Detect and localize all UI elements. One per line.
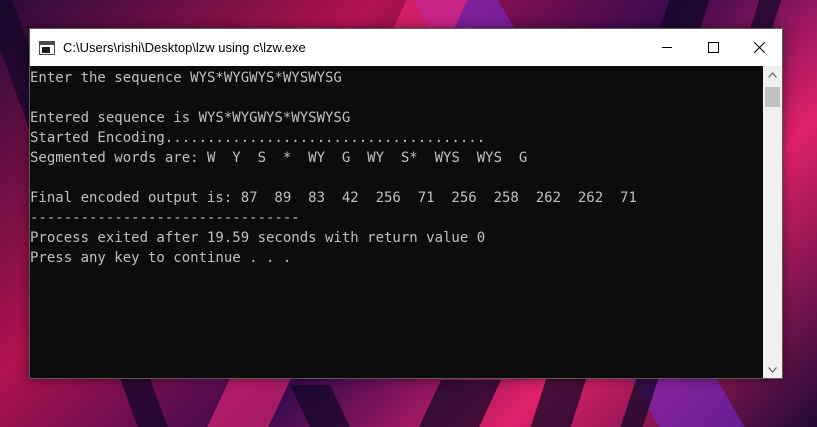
scroll-down-button[interactable] <box>763 361 782 378</box>
console-window[interactable]: C:\Users\rishi\Desktop\lzw using c\lzw.e… <box>29 28 783 379</box>
vertical-scrollbar[interactable] <box>763 66 782 378</box>
console-line: Press any key to continue . . . <box>30 250 292 266</box>
scrollbar-thumb[interactable] <box>765 87 780 107</box>
wallpaper-stripe <box>290 385 350 427</box>
chevron-down-icon <box>768 366 777 373</box>
chevron-up-icon <box>768 71 777 78</box>
console-line: -------------------------------- <box>30 210 300 226</box>
wallpaper-stripe <box>419 380 501 427</box>
console-line: Started Encoding........................… <box>30 130 486 146</box>
console-line: Entered sequence is WYS*WYGWYS*WYSWYSG <box>30 110 351 126</box>
minimize-icon <box>661 47 672 48</box>
console-line: Segmented words are: W Y S * WY G WY S* … <box>30 150 528 166</box>
close-button[interactable] <box>736 29 782 66</box>
minimize-button[interactable] <box>644 29 690 66</box>
title-bar[interactable]: C:\Users\rishi\Desktop\lzw using c\lzw.e… <box>30 29 782 66</box>
console-output[interactable]: Enter the sequence WYS*WYGWYS*WYSWYSG En… <box>30 66 763 378</box>
console-line: Process exited after 19.59 seconds with … <box>30 230 486 246</box>
scroll-up-button[interactable] <box>763 66 782 83</box>
console-line: Final encoded output is: 87 89 83 42 256… <box>30 190 637 206</box>
window-title: C:\Users\rishi\Desktop\lzw using c\lzw.e… <box>63 40 306 55</box>
maximize-button[interactable] <box>690 29 736 66</box>
close-icon <box>753 42 765 53</box>
console-app-icon <box>39 40 55 55</box>
maximize-icon <box>707 42 719 53</box>
console-line: Enter the sequence WYS*WYGWYS*WYSWYSG <box>30 70 342 86</box>
